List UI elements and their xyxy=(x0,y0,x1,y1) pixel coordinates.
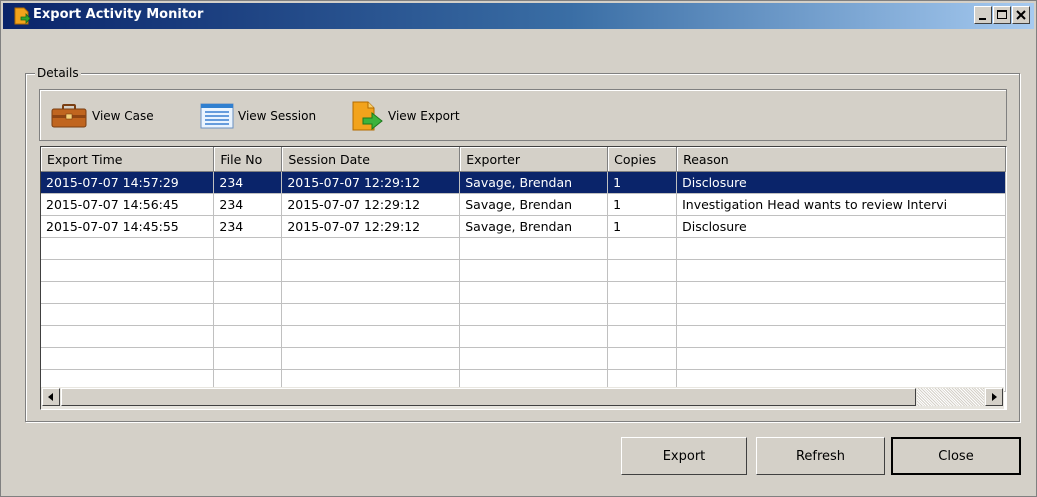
cell-file-no: 234 xyxy=(213,215,283,238)
cell-copies: 1 xyxy=(607,171,678,194)
close-button[interactable]: Close xyxy=(891,437,1021,475)
cell-export-time: 2015-07-07 14:57:29 xyxy=(41,171,215,194)
cell-file-no: 234 xyxy=(213,171,283,194)
cell-copies: 1 xyxy=(607,193,678,216)
cell-export-time: 2015-07-07 14:56:45 xyxy=(41,193,215,216)
view-case-button[interactable]: View Case xyxy=(50,104,154,128)
cell-session-date: 2015-07-07 12:29:12 xyxy=(281,193,461,216)
scroll-right-button[interactable] xyxy=(985,388,1003,406)
export-app-icon xyxy=(13,7,31,25)
arrow-right-icon xyxy=(992,393,997,401)
cell-export-time: 2015-07-07 14:45:55 xyxy=(41,215,215,238)
export-button[interactable]: Export xyxy=(621,437,747,475)
cell-reason: Disclosure xyxy=(676,215,1006,238)
maximize-icon xyxy=(997,10,1007,19)
column-header-exporter[interactable]: Exporter xyxy=(459,147,609,172)
column-header-session-date[interactable]: Session Date xyxy=(281,147,461,172)
title-bar[interactable]: Export Activity Monitor xyxy=(3,3,1034,29)
scroll-left-button[interactable] xyxy=(42,388,60,406)
column-header-file-no[interactable]: File No xyxy=(213,147,283,172)
cell-reason: Disclosure xyxy=(676,171,1006,194)
cell-file-no: 234 xyxy=(213,193,283,216)
table-row[interactable]: 2015-07-07 14:45:55 234 2015-07-07 12:29… xyxy=(41,215,1006,238)
column-header-reason[interactable]: Reason xyxy=(676,147,1006,172)
window-title: Export Activity Monitor xyxy=(33,7,204,22)
scrollbar-thumb[interactable] xyxy=(61,388,916,406)
close-window-button[interactable] xyxy=(1012,6,1030,24)
minimize-icon xyxy=(979,18,986,20)
view-session-label: View Session xyxy=(238,109,317,123)
cell-session-date: 2015-07-07 12:29:12 xyxy=(281,215,461,238)
empty-row xyxy=(41,325,1006,348)
column-header-export-time[interactable]: Export Time xyxy=(41,147,215,172)
cell-exporter: Savage, Brendan xyxy=(459,193,609,216)
view-export-button[interactable]: View Export xyxy=(350,101,460,131)
cell-copies: 1 xyxy=(607,215,678,238)
minimize-button[interactable] xyxy=(974,6,992,24)
view-session-button[interactable]: View Session xyxy=(200,103,317,129)
export-activity-table: Export Time File No Session Date Exporte… xyxy=(41,147,1006,392)
empty-row xyxy=(41,281,1006,304)
export-document-icon xyxy=(352,101,383,131)
cell-session-date: 2015-07-07 12:29:12 xyxy=(281,171,461,194)
view-case-label: View Case xyxy=(92,109,154,123)
refresh-button[interactable]: Refresh xyxy=(756,437,885,475)
empty-row xyxy=(41,259,1006,282)
empty-row xyxy=(41,303,1006,326)
arrow-left-icon xyxy=(48,393,53,401)
column-header-copies[interactable]: Copies xyxy=(607,147,678,172)
export-activity-grid[interactable]: Export Time File No Session Date Exporte… xyxy=(40,146,1007,410)
cell-exporter: Savage, Brendan xyxy=(459,215,609,238)
details-toolbar: View Case View Session View Export xyxy=(39,89,1007,141)
export-activity-monitor-window: Export Activity Monitor Details View Cas… xyxy=(0,0,1037,497)
briefcase-icon xyxy=(51,104,87,128)
maximize-button[interactable] xyxy=(993,6,1011,24)
cell-exporter: Savage, Brendan xyxy=(459,171,609,194)
header-row: Export Time File No Session Date Exporte… xyxy=(41,147,1006,172)
details-group-label: Details xyxy=(35,66,81,80)
scrollbar-track[interactable] xyxy=(917,388,984,406)
cell-reason: Investigation Head wants to review Inter… xyxy=(676,193,1006,216)
table-row[interactable]: 2015-07-07 14:57:29 234 2015-07-07 12:29… xyxy=(41,171,1006,194)
table-row[interactable]: 2015-07-07 14:56:45 234 2015-07-07 12:29… xyxy=(41,193,1006,216)
view-export-label: View Export xyxy=(388,109,460,123)
horizontal-scrollbar[interactable] xyxy=(41,387,1004,409)
document-lines-icon xyxy=(200,103,234,129)
close-icon xyxy=(1016,10,1026,20)
empty-row xyxy=(41,237,1006,260)
empty-row xyxy=(41,347,1006,370)
